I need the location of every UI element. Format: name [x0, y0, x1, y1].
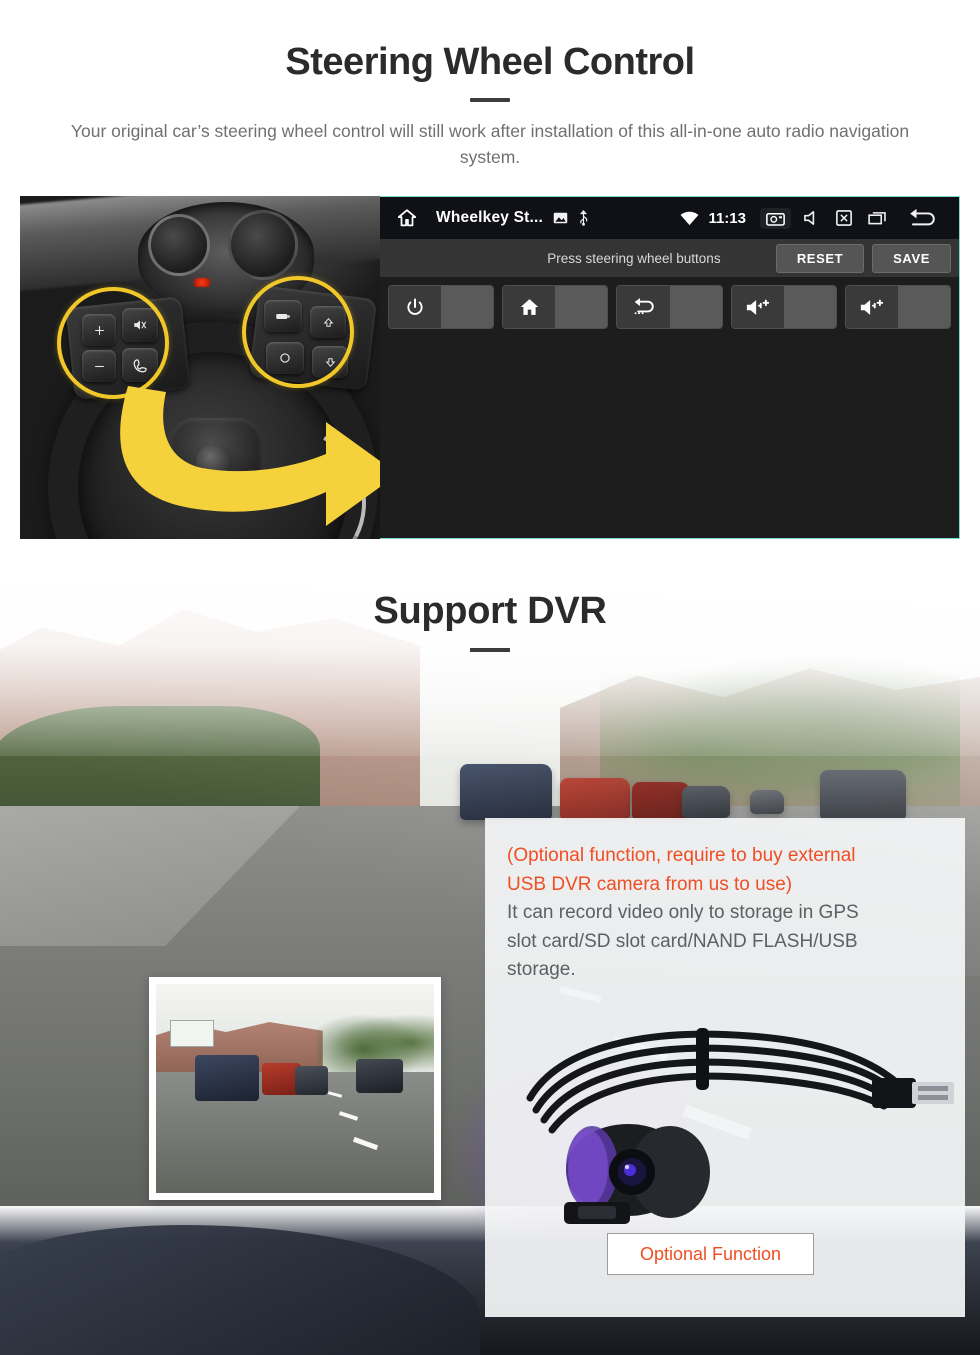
gauge-right [228, 210, 298, 280]
dvr-body-line-2: slot card/SD slot card/NAND FLASH/USB [507, 930, 858, 952]
inset-car-suv [194, 1055, 259, 1102]
camera-body [564, 1124, 710, 1224]
status-clock: 11:13 [708, 209, 746, 227]
recent-apps-icon[interactable] [868, 211, 887, 225]
key-assignment-row [380, 277, 959, 329]
cable-tie [696, 1028, 709, 1090]
dvr-recording-inset [149, 977, 441, 1200]
status-app-title: Wheelkey St... [436, 209, 544, 226]
usb-connector [872, 1078, 954, 1108]
key-assign-home[interactable] [555, 286, 608, 328]
page-title: Steering Wheel Control [285, 41, 695, 83]
gauge-left [148, 214, 210, 276]
key-assign-back[interactable] [669, 286, 722, 328]
picture-icon [553, 211, 568, 225]
key-assign-volume-up-2[interactable] [897, 286, 950, 328]
key-slot-home[interactable] [502, 285, 609, 329]
key-slot-back[interactable] [616, 285, 723, 329]
key-assign-power[interactable] [441, 286, 494, 328]
dvr-title-underline-rule [470, 648, 510, 652]
dvr-body-line-3: storage. [507, 959, 576, 980]
inset-street-sign [169, 1019, 215, 1047]
optional-note-line-2: USB DVR camera from us to use) [507, 873, 793, 895]
head-unit-screen: Wheelkey St... 11:13 Press steering whee… [380, 196, 960, 539]
volume-up-icon [731, 286, 784, 328]
key-slot-volume-up-2[interactable] [844, 285, 952, 329]
inset-car-grey [295, 1065, 329, 1095]
save-button[interactable]: SAVE [872, 243, 951, 273]
key-slot-volume-up-1[interactable] [730, 285, 837, 329]
camera-cable [526, 1030, 900, 1134]
volume-up-icon [845, 286, 898, 328]
screenshot-icon[interactable] [760, 207, 791, 229]
dvr-panel-text: (Optional function, require to buy exter… [485, 818, 965, 985]
home-icon [503, 286, 556, 328]
warning-tell-tale [194, 278, 210, 287]
action-bar: Press steering wheel buttons RESET SAVE [380, 239, 959, 277]
title-underline-rule [470, 97, 510, 102]
key-slot-power[interactable] [388, 285, 495, 329]
highlight-ring-right [242, 276, 354, 388]
inset-car-right [356, 1059, 404, 1093]
dvr-body-line-1: It can record video only to storage in G… [507, 902, 859, 923]
steering-wheel-photo [20, 196, 380, 539]
usb-dvr-camera-image [526, 1028, 954, 1224]
action-bar-hint: Press steering wheel buttons [547, 250, 721, 266]
steering-wheel-control-section: Steering Wheel Control Your original car… [0, 0, 980, 556]
back-icon [617, 286, 670, 328]
wifi-icon [680, 211, 699, 226]
page-subtitle: Your original car’s steering wheel contr… [70, 120, 910, 168]
key-assign-volume-up-1[interactable] [783, 286, 836, 328]
status-bar: Wheelkey St... 11:13 [380, 197, 959, 239]
optional-note-line-1: (Optional function, require to buy exter… [507, 845, 856, 866]
back-arrow-icon[interactable] [907, 208, 937, 228]
usb-icon [578, 210, 589, 226]
speaker-mute-icon[interactable] [803, 210, 820, 226]
heading-fade-overlay [0, 556, 980, 756]
close-x-icon[interactable] [836, 210, 852, 226]
reset-button[interactable]: RESET [775, 243, 865, 273]
yellow-curved-arrow [120, 386, 380, 526]
dvr-preview-image [156, 984, 434, 1193]
dvr-page-title: Support DVR [373, 590, 607, 632]
steering-media-row: Wheelkey St... 11:13 Press steering whee… [20, 196, 960, 539]
home-icon[interactable] [396, 207, 418, 229]
power-icon [389, 286, 442, 328]
